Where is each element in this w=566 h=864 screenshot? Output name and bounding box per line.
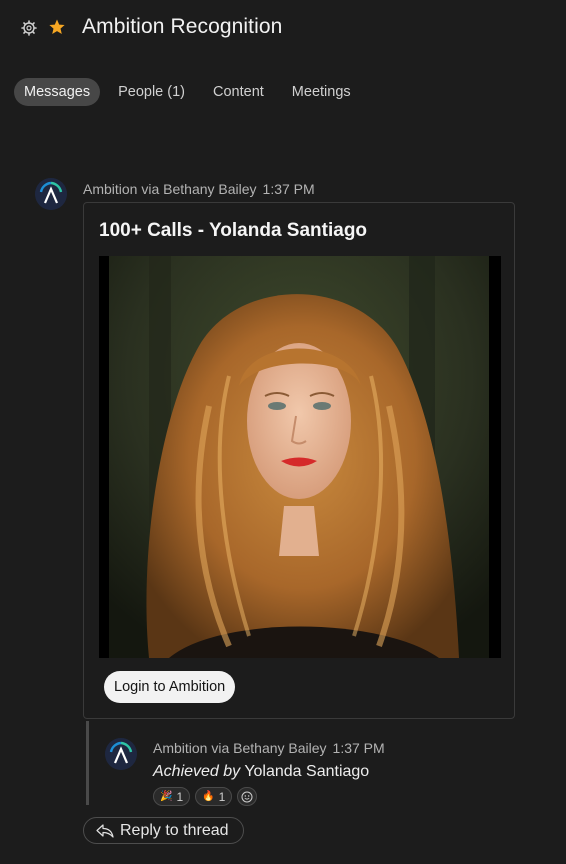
thread-indicator xyxy=(86,721,89,805)
space-tabs: Messages People (1) Content Meetings xyxy=(14,78,369,106)
reply-arrow-icon xyxy=(96,823,114,838)
reply-time: 1:37 PM xyxy=(332,740,385,756)
reply-sender-name: Ambition via Bethany Bailey xyxy=(153,740,327,756)
star-icon[interactable] xyxy=(48,18,66,36)
reaction-party[interactable]: 🎉 1 xyxy=(153,787,191,806)
reaction-fire[interactable]: 🔥 1 xyxy=(195,787,233,806)
space-title: Ambition Recognition xyxy=(82,15,283,38)
fire-icon: 🔥 xyxy=(202,791,215,802)
reply-sender-avatar[interactable] xyxy=(105,738,137,770)
card-title: 100+ Calls - Yolanda Santiago xyxy=(99,220,368,241)
portrait-image xyxy=(109,256,489,658)
add-reaction-button[interactable] xyxy=(237,787,258,806)
reply-meta: Ambition via Bethany Bailey 1:37 PM xyxy=(153,740,385,756)
reaction-count: 1 xyxy=(218,789,226,804)
recognition-card: 100+ Calls - Yolanda Santiago Login to A… xyxy=(83,202,515,719)
reaction-count: 1 xyxy=(176,789,184,804)
reply-text-italic: Achieved by xyxy=(153,763,241,780)
reply-message: Achieved by Yolanda Santiago xyxy=(153,763,369,781)
message-time: 1:37 PM xyxy=(262,181,315,197)
message-meta: Ambition via Bethany Bailey 1:37 PM xyxy=(83,181,315,197)
tab-messages[interactable]: Messages xyxy=(14,78,101,106)
reactions-bar: 🎉 1 🔥 1 xyxy=(153,787,258,806)
space-header: Ambition Recognition xyxy=(0,0,566,56)
reply-to-thread-button[interactable]: Reply to thread xyxy=(83,817,244,844)
tab-meetings[interactable]: Meetings xyxy=(282,78,361,106)
party-popper-icon: 🎉 xyxy=(160,791,173,802)
sender-name: Ambition via Bethany Bailey xyxy=(83,181,257,197)
tab-people[interactable]: People (1) xyxy=(108,78,195,106)
recognition-photo xyxy=(99,256,501,658)
gear-icon[interactable] xyxy=(20,19,38,37)
reply-text-name: Yolanda Santiago xyxy=(244,763,370,780)
tab-content[interactable]: Content xyxy=(203,78,274,106)
smiley-add-icon xyxy=(241,791,253,802)
sender-avatar[interactable] xyxy=(35,178,67,210)
login-button[interactable]: Login to Ambition xyxy=(104,671,236,703)
reply-to-thread-label: Reply to thread xyxy=(120,821,229,839)
